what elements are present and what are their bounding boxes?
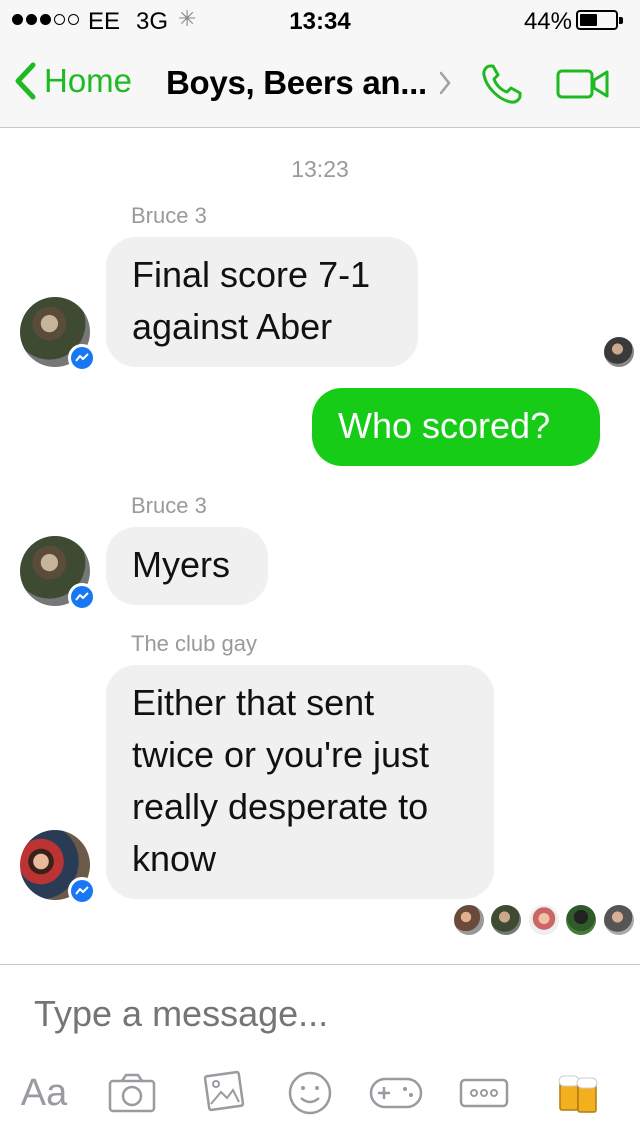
battery-percent: 44% [523, 8, 572, 35]
conversation-title[interactable]: Boys, Beers an... [166, 64, 427, 102]
read-receipt-avatar [529, 905, 559, 935]
camera-icon[interactable] [104, 1065, 160, 1121]
chevron-left-icon [15, 62, 36, 100]
message-input[interactable] [34, 993, 594, 1035]
video-call-icon[interactable] [556, 68, 610, 100]
sender-name: Bruce 3 [131, 203, 207, 228]
nav-header: EE 3G ✳ 13:34 44% Home Boys, Beers an... [0, 0, 640, 128]
sender-name: Bruce 3 [131, 493, 207, 518]
message-timestamp: 13:23 [291, 156, 349, 182]
composer-toolbar: Aa [0, 1065, 640, 1125]
outgoing-message-bubble[interactable]: Who scored? [312, 388, 600, 466]
text-format-button[interactable]: Aa [16, 1065, 72, 1121]
sender-name: The club gay [131, 631, 257, 656]
more-options-icon[interactable] [456, 1065, 512, 1121]
messenger-badge-icon [68, 344, 96, 372]
messenger-badge-icon [68, 877, 96, 905]
read-receipt-avatar [604, 337, 634, 367]
read-receipt-avatar [604, 905, 634, 935]
battery-icon [576, 10, 623, 30]
read-receipt-avatar [566, 905, 596, 935]
back-button[interactable]: Home [14, 62, 132, 100]
status-bar: EE 3G ✳ 13:34 44% [0, 0, 640, 40]
games-icon[interactable] [368, 1065, 424, 1121]
back-label: Home [44, 62, 133, 99]
incoming-message-bubble[interactable]: Myers [106, 527, 268, 605]
incoming-message-bubble[interactable]: Either that sent twice or you're just re… [106, 665, 494, 899]
read-receipt-avatar [491, 905, 521, 935]
gallery-icon[interactable] [194, 1065, 250, 1121]
emoji-icon[interactable] [282, 1065, 338, 1121]
message-composer: Aa [0, 964, 640, 1136]
messenger-badge-icon [68, 583, 96, 611]
chevron-right-icon[interactable] [438, 70, 452, 96]
read-receipt-avatar [454, 905, 484, 935]
incoming-message-bubble[interactable]: Final score 7-1 against Aber [106, 237, 418, 367]
beer-emoji-icon[interactable] [550, 1065, 606, 1121]
phone-call-icon[interactable] [478, 60, 526, 108]
